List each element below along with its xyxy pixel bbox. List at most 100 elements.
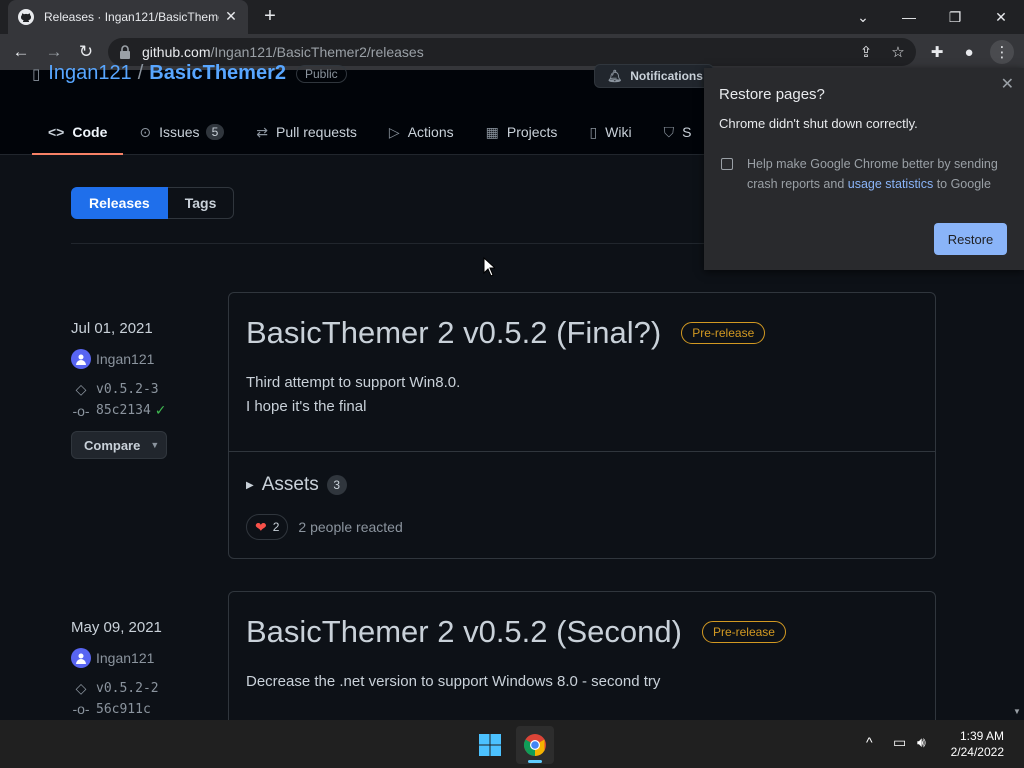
lock-icon bbox=[120, 45, 130, 59]
release-notes-line: I hope it's the final bbox=[246, 398, 367, 415]
repo-owner-link[interactable]: Ingan121 bbox=[48, 62, 131, 85]
restore-button[interactable]: Restore bbox=[934, 223, 1007, 255]
pre-release-badge: Pre-release bbox=[701, 621, 786, 643]
back-icon[interactable]: ← bbox=[9, 40, 33, 64]
usage-statistics-link[interactable]: usage statistics bbox=[848, 177, 933, 191]
tab-wiki[interactable]: ▯ Wiki bbox=[573, 110, 647, 154]
tab-pull-requests[interactable]: ⇄ Pull requests bbox=[240, 110, 373, 154]
release-date: May 09, 2021 bbox=[71, 619, 162, 636]
start-button[interactable] bbox=[471, 726, 509, 764]
issues-count: 5 bbox=[205, 124, 225, 140]
release-notes-line: Third attempt to support Win8.0. bbox=[246, 374, 461, 391]
repo-name-link[interactable]: BasicThemer2 bbox=[149, 62, 286, 85]
release-notes-line: Decrease the .net version to support Win… bbox=[246, 673, 661, 690]
assets-count: 3 bbox=[326, 475, 347, 495]
tag-icon: ◇ bbox=[75, 680, 87, 696]
reaction-summary: 2 people reacted bbox=[298, 519, 403, 535]
avatar[interactable] bbox=[71, 349, 91, 369]
issue-icon: ⊙ bbox=[139, 123, 152, 140]
tab-actions[interactable]: ▷ Actions bbox=[373, 110, 470, 154]
checkbox-label: Help make Google Chrome better by sendin… bbox=[747, 157, 998, 191]
triangle-right-icon: ▶ bbox=[246, 479, 254, 491]
assets-toggle[interactable]: ▶ Assets 3 bbox=[229, 452, 935, 496]
restore-window-icon[interactable]: ❐ bbox=[932, 0, 978, 34]
repo-icon: ▯ bbox=[32, 65, 41, 83]
shield-icon: ⛉ bbox=[663, 123, 675, 140]
notifications-button[interactable]: 🔔︎ Notifications bbox=[594, 64, 714, 88]
taskbar: ^ ▭ 🔊︎ 1:39 AM 2/24/2022 bbox=[0, 720, 1024, 768]
table-icon: ▦ bbox=[485, 123, 499, 140]
tab-title: Releases · Ingan121/BasicThemer2 bbox=[44, 10, 219, 24]
release-date: Jul 01, 2021 bbox=[71, 320, 153, 337]
verified-check-icon: ✓ bbox=[154, 402, 167, 418]
release-meta: May 09, 2021 Ingan121 ◇ v0.5.2-2 -o- 56c91… bbox=[71, 619, 162, 717]
chrome-icon bbox=[524, 734, 546, 756]
commit-icon: -o- bbox=[72, 402, 90, 419]
tag-link[interactable]: v0.5.2-3 bbox=[96, 382, 159, 397]
extensions-icon[interactable]: ✚ bbox=[925, 40, 949, 64]
visibility-badge: Public bbox=[296, 64, 347, 83]
pre-release-badge: Pre-release bbox=[681, 322, 766, 344]
tab-issues[interactable]: ⊙ Issues 5 bbox=[123, 110, 240, 154]
reload-icon[interactable]: ↻ bbox=[74, 40, 98, 64]
tab-search-icon[interactable]: ⌄ bbox=[840, 0, 886, 34]
crash-report-checkbox[interactable] bbox=[721, 158, 733, 170]
commit-link[interactable]: 85c2134 bbox=[96, 403, 151, 418]
chevron-down-icon: ▼ bbox=[150, 440, 160, 450]
system-clock[interactable]: 1:39 AM 2/24/2022 bbox=[951, 728, 1004, 760]
tag-link[interactable]: v0.5.2-2 bbox=[96, 681, 159, 696]
release-title: BasicThemer 2 v0.5.2 (Second) Pre-release bbox=[246, 614, 918, 650]
repo-nav: <> Code ⊙ Issues 5 ⇄ Pull requests ▷ Actions … bbox=[32, 110, 708, 155]
reactions: ❤ 2 2 people reacted bbox=[229, 496, 935, 558]
code-icon: <> bbox=[48, 124, 65, 140]
close-tab-icon[interactable]: ✕ bbox=[224, 9, 238, 23]
repo-title: ▯ Ingan121 / BasicThemer2 Public bbox=[32, 62, 347, 85]
mouse-cursor-icon bbox=[483, 257, 495, 277]
share-icon[interactable]: ⇪ bbox=[854, 40, 878, 64]
url-text: github.com/Ingan121/BasicThemer2/release… bbox=[142, 44, 424, 60]
avatar[interactable] bbox=[71, 648, 91, 668]
heart-icon: ❤ bbox=[255, 518, 267, 535]
tag-icon: ◇ bbox=[75, 381, 87, 397]
commit-link[interactable]: 56c911c bbox=[96, 702, 151, 717]
scroll-down-icon[interactable]: ▼ bbox=[1013, 707, 1021, 716]
author-link[interactable]: Ingan121 bbox=[96, 650, 154, 666]
commit-icon: -o- bbox=[72, 701, 90, 717]
tab-projects[interactable]: ▦ Projects bbox=[470, 110, 574, 154]
release-meta: Jul 01, 2021 Ingan121 ◇ v0.5.2-3 -o- 85c21… bbox=[71, 320, 167, 459]
pull-request-icon: ⇄ bbox=[256, 123, 268, 140]
browser-tab[interactable]: Releases · Ingan121/BasicThemer2 ✕ bbox=[8, 0, 248, 34]
book-icon: ▯ bbox=[589, 123, 598, 140]
profile-icon[interactable]: ● bbox=[957, 40, 981, 64]
windows-logo-icon bbox=[479, 734, 501, 756]
dialog-title: Restore pages? bbox=[719, 86, 825, 103]
chrome-taskbar-button[interactable] bbox=[516, 726, 554, 764]
chevron-up-icon[interactable]: ^ bbox=[866, 734, 873, 750]
tags-tab[interactable]: Tags bbox=[167, 187, 235, 219]
restore-pages-dialog: Restore pages? Chrome didn't shut down c… bbox=[704, 68, 1024, 270]
minimize-icon[interactable]: — bbox=[886, 0, 932, 34]
close-icon[interactable]: ✕ bbox=[1001, 74, 1014, 94]
compare-button[interactable]: Compare ▼ bbox=[71, 431, 167, 459]
tab-code[interactable]: <> Code bbox=[32, 110, 124, 155]
volume-icon[interactable]: 🔊︎ bbox=[917, 734, 926, 751]
forward-icon[interactable]: → bbox=[42, 40, 66, 64]
dialog-message: Chrome didn't shut down correctly. bbox=[719, 116, 918, 131]
bookmark-star-icon[interactable]: ☆ bbox=[886, 40, 910, 64]
bell-icon: 🔔︎ bbox=[607, 69, 623, 83]
play-icon: ▷ bbox=[388, 123, 400, 140]
release-card: BasicThemer 2 v0.5.2 (Final?) Pre-release… bbox=[228, 292, 936, 559]
tab-security[interactable]: ⛉ S bbox=[648, 110, 708, 154]
heart-reaction-button[interactable]: ❤ 2 bbox=[246, 514, 289, 540]
releases-tab[interactable]: Releases bbox=[71, 187, 168, 219]
tab-strip: Releases · Ingan121/BasicThemer2 ✕ + ⌄ —… bbox=[0, 0, 1024, 34]
menu-icon[interactable]: ⋮ bbox=[990, 40, 1014, 64]
author-link[interactable]: Ingan121 bbox=[96, 351, 154, 367]
new-tab-icon[interactable]: + bbox=[260, 6, 280, 26]
release-card: BasicThemer 2 v0.5.2 (Second) Pre-release… bbox=[228, 591, 936, 731]
network-icon[interactable]: ▭ bbox=[893, 734, 906, 751]
github-icon bbox=[18, 9, 34, 25]
release-title: BasicThemer 2 v0.5.2 (Final?) Pre-release bbox=[246, 315, 918, 351]
releases-subnav: Releases Tags bbox=[71, 187, 235, 219]
close-window-icon[interactable]: ✕ bbox=[978, 0, 1024, 34]
